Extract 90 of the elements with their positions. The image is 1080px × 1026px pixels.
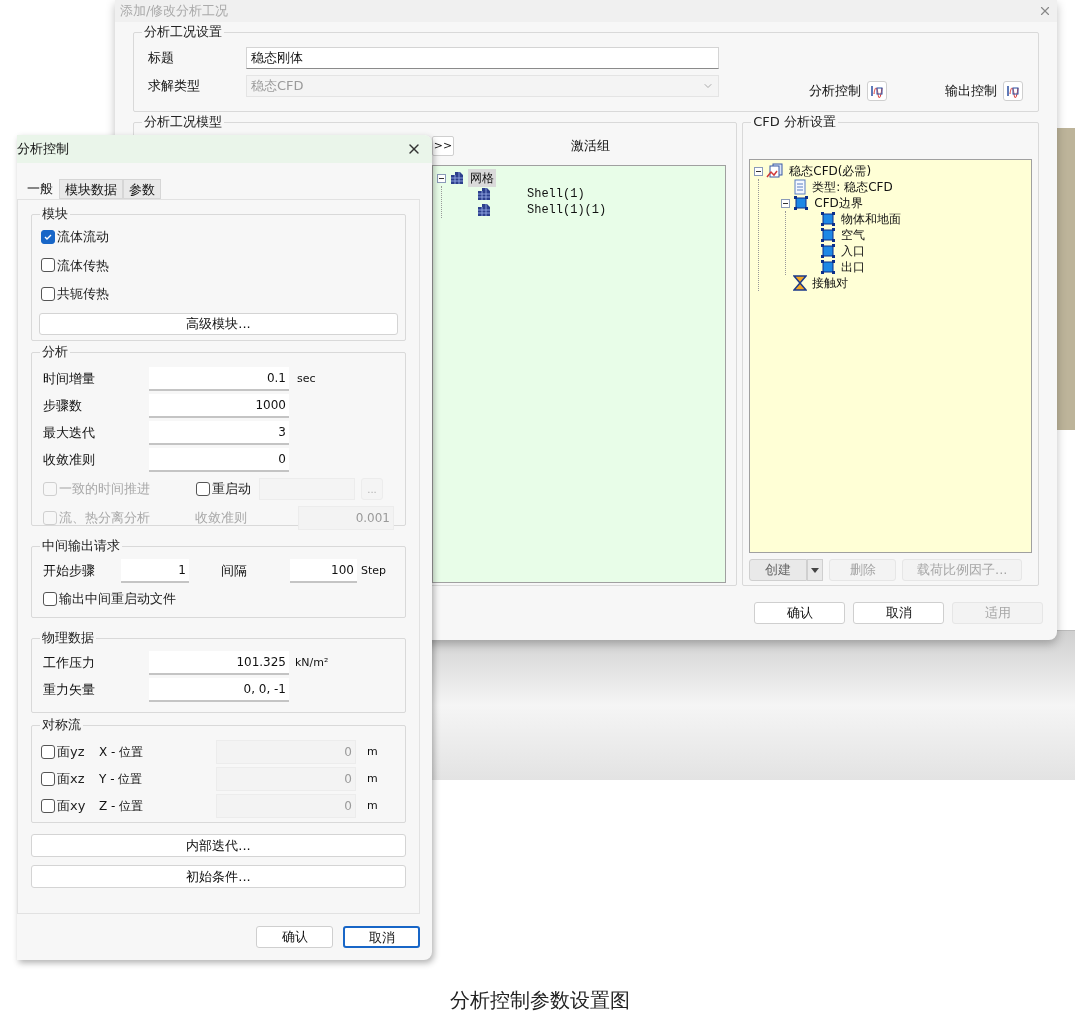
input-field[interactable]: 3 — [149, 421, 289, 445]
group-label: 分析工况模型 — [142, 113, 224, 131]
dialog-button[interactable]: 确认 — [256, 926, 333, 948]
square-nodes-icon — [820, 259, 837, 275]
expand-button[interactable]: >> — [432, 136, 454, 156]
unit-label: m — [367, 797, 378, 814]
chart-settings-button[interactable] — [1003, 81, 1023, 101]
tree-item[interactable]: 稳态CFD(必需) — [787, 162, 874, 180]
group-label: 物理数据 — [40, 629, 96, 647]
unit-label: Step — [361, 562, 387, 579]
unit-label: kN/m² — [295, 654, 329, 671]
hourglass-icon — [793, 275, 808, 291]
dialog-button[interactable]: 取消 — [853, 602, 944, 624]
group-label: 模块 — [40, 205, 70, 223]
document-icon — [793, 179, 808, 195]
collapse-icon[interactable] — [437, 173, 446, 183]
tab[interactable]: 模块数据 — [59, 179, 123, 199]
checkbox[interactable]: 共轭传热 — [41, 284, 396, 304]
input-field[interactable]: 101.325 — [149, 651, 289, 675]
field-label: 收敛准则 — [43, 451, 96, 470]
dialog-button[interactable]: 取消 — [343, 926, 420, 948]
input-field[interactable]: 1 — [121, 559, 189, 583]
title-field[interactable]: 稳态刚体 — [246, 47, 719, 69]
axis-label: Z - 位置 — [99, 798, 145, 815]
input-field[interactable]: 1000 — [149, 394, 289, 418]
input-field[interactable]: 0, 0, -1 — [149, 678, 289, 702]
input-field[interactable]: 100 — [290, 559, 357, 583]
advanced-module-button[interactable]: 高级模块... — [39, 312, 398, 335]
tree-item[interactable]: 物体和地面 — [839, 210, 904, 228]
field-label: 时间增量 — [43, 370, 96, 389]
collapse-icon[interactable] — [781, 198, 791, 208]
group-label: CFD 分析设置 — [751, 113, 838, 131]
square-nodes-icon — [793, 195, 810, 211]
control-label: 分析控制 — [809, 82, 861, 101]
field-label: 重力矢量 — [43, 681, 96, 700]
figure-caption: 分析控制参数设置图 — [450, 987, 630, 1014]
chart-settings-button[interactable] — [867, 81, 887, 101]
dropdown-button[interactable] — [807, 559, 824, 581]
stacked-sheets-icon — [766, 163, 785, 179]
square-nodes-icon — [820, 243, 837, 259]
field-label: 标题 — [148, 49, 175, 68]
dialog-button[interactable]: 创建 — [749, 559, 808, 581]
tree-item[interactable]: 入口 — [839, 242, 868, 260]
checkbox[interactable]: 流体传热 — [41, 255, 396, 275]
mesh-cube-icon — [476, 202, 492, 218]
chart-icon — [1006, 84, 1020, 98]
unit-label: m — [367, 743, 378, 760]
tree-item[interactable]: Shell(1)(1) — [525, 201, 609, 219]
field-label: 收敛准则 — [195, 509, 249, 528]
control-label: 输出控制 — [945, 82, 997, 101]
unit-label: sec — [297, 370, 316, 387]
input-field[interactable]: 0 — [149, 448, 289, 472]
tree-item[interactable]: 空气 — [839, 226, 868, 244]
tree-item[interactable]: Shell(1) — [525, 185, 587, 203]
checkbox[interactable]: 输出中间重启动文件 — [43, 589, 394, 609]
group-label: 分析 — [40, 343, 70, 361]
group-label: 对称流 — [40, 716, 83, 734]
field-label: 开始步骤 — [43, 562, 96, 581]
axis-label: X - 位置 — [99, 744, 145, 761]
group-label: 分析工况设置 — [142, 23, 224, 41]
tree-item[interactable]: 出口 — [839, 258, 868, 276]
field-label: 工作压力 — [43, 654, 96, 673]
dialog-button[interactable]: 确认 — [754, 602, 845, 624]
collapse-icon[interactable] — [754, 166, 764, 176]
panel-header: 激活组 — [569, 137, 611, 156]
field-label: 间隔 — [221, 562, 248, 581]
dialog-button[interactable]: 初始条件... — [31, 865, 406, 888]
dialog-button[interactable]: 内部迭代... — [31, 834, 406, 857]
tree-item[interactable]: CFD边界 — [812, 194, 865, 212]
window-title: 添加/修改分析工况 — [120, 2, 229, 21]
field-label: 步骤数 — [43, 397, 83, 416]
mesh-cube-icon — [476, 186, 492, 202]
chart-icon — [870, 84, 884, 98]
dialog-title: 分析控制 — [17, 140, 69, 159]
checkbox[interactable]: 流体流动 — [41, 227, 396, 247]
square-nodes-icon — [820, 227, 837, 243]
square-nodes-icon — [820, 211, 837, 227]
tree-item[interactable]: 类型: 稳态CFD — [810, 178, 895, 196]
mesh-cube-icon — [449, 170, 465, 186]
tree-item[interactable]: 网格 — [468, 169, 496, 187]
tab[interactable]: 参数 — [123, 179, 161, 199]
field-label: 最大迭代 — [43, 424, 96, 443]
tree-item[interactable]: 接触对 — [810, 274, 851, 292]
group-label: 中间输出请求 — [40, 537, 122, 555]
input-field[interactable]: 0.1 — [149, 367, 289, 391]
checkbox[interactable]: 重启动 — [196, 479, 251, 499]
field-label: 求解类型 — [148, 77, 201, 96]
axis-label: Y - 位置 — [99, 771, 144, 788]
unit-label: m — [367, 770, 378, 787]
caret-icon — [811, 567, 820, 573]
